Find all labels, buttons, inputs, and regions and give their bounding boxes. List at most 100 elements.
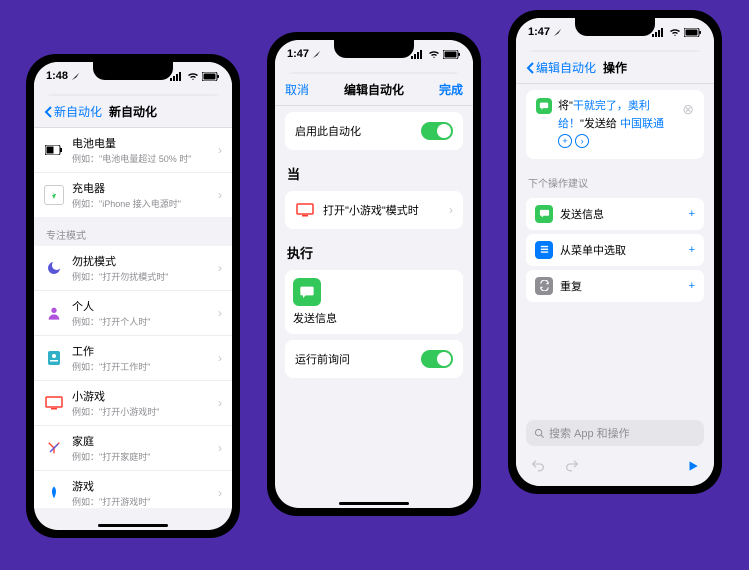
signal-icon (411, 50, 425, 59)
action-label: 发送信息 (293, 310, 337, 326)
battery-icon (684, 28, 702, 37)
suggestion-label: 发送信息 (560, 206, 682, 222)
bottom-toolbar (516, 452, 714, 486)
cell-battery[interactable]: 电池电量 例如："电池电量超过 50% 时" › (34, 128, 232, 173)
suggestion-repeat[interactable]: 重复 + (526, 270, 704, 302)
play-icon[interactable] (686, 459, 700, 473)
ask-group: 运行前询问 (285, 340, 463, 378)
summary-post: "发送给 (580, 118, 617, 130)
charger-icon (44, 185, 64, 205)
cancel-button[interactable]: 取消 (285, 81, 309, 98)
undo-icon[interactable] (530, 458, 546, 474)
cell-enable-automation[interactable]: 启用此自动化 (285, 112, 463, 150)
cell-title: 电池电量 (72, 135, 210, 151)
home-indicator[interactable] (339, 502, 409, 505)
toggle-enable[interactable] (421, 122, 453, 140)
add-recipient-icon[interactable]: + (558, 134, 572, 148)
wifi-icon (669, 28, 681, 37)
cancel-label: 取消 (285, 81, 309, 98)
chevron-left-icon (44, 106, 52, 118)
trigger-group-focus: 勿扰模式 例如："打开勿扰模式时" › 个人 例如："打开个人时" › (34, 246, 232, 508)
suggestions-header: 下个操作建议 (516, 165, 714, 194)
signal-icon (170, 72, 184, 81)
done-label: 完成 (439, 83, 463, 97)
cell-title: 工作 (72, 343, 210, 359)
plus-icon[interactable]: + (689, 280, 695, 292)
battery-icon (443, 50, 461, 59)
notch (93, 62, 173, 80)
suggestion-label: 从菜单中选取 (560, 242, 682, 258)
search-icon (534, 428, 545, 439)
summary-text: 将"干就完了，奥利给！"发送给 中国联通 + › (558, 98, 676, 151)
moon-icon (44, 258, 64, 278)
rocket-icon (44, 483, 64, 503)
badge-icon (44, 348, 64, 368)
chevron-left-icon (526, 62, 534, 74)
section-label-focus: 专注模式 (34, 217, 232, 246)
search-input[interactable]: 搜索 App 和操作 (526, 420, 704, 446)
notch (334, 40, 414, 58)
action-row[interactable]: 发送信息 (285, 270, 463, 334)
location-icon (312, 50, 321, 59)
cell-sub: 例如："打开工作时" (72, 360, 210, 373)
cell-gaming[interactable]: 游戏 例如："打开游戏时" › (34, 471, 232, 508)
summary-recipient[interactable]: 中国联通 (620, 118, 664, 130)
page-title: 编辑自动化 (344, 81, 404, 98)
redo-icon[interactable] (564, 458, 580, 474)
cell-sub: 例如："电池电量超过 50% 时" (72, 152, 210, 165)
cell-minigame[interactable]: 小游戏 例如："打开小游戏时" › (34, 381, 232, 426)
page-title: 操作 (603, 59, 627, 76)
status-time: 1:47 (528, 26, 550, 38)
cell-sub: 例如："打开个人时" (72, 315, 210, 328)
action-summary-card[interactable]: 将"干就完了，奥利给！"发送给 中国联通 + › ⊗ (526, 90, 704, 159)
toggle-ask[interactable] (421, 350, 453, 368)
plus-icon[interactable]: + (689, 208, 695, 220)
cell-title: 充电器 (72, 180, 210, 196)
done-button[interactable]: 完成 (439, 81, 463, 98)
suggestion-label: 重复 (560, 278, 682, 294)
cell-title: 个人 (72, 298, 210, 314)
tools-icon (44, 438, 64, 458)
chevron-right-icon: › (218, 188, 222, 202)
back-label: 编辑自动化 (536, 59, 596, 76)
cell-ask-before-run[interactable]: 运行前询问 (285, 340, 463, 378)
do-header: 执行 (275, 235, 473, 264)
nav-bar: 取消 编辑自动化 完成 (275, 74, 473, 106)
back-button[interactable]: 新自动化 (44, 103, 102, 120)
enable-group: 启用此自动化 (285, 112, 463, 150)
cell-work[interactable]: 工作 例如："打开工作时" › (34, 336, 232, 381)
ask-label: 运行前询问 (295, 351, 413, 367)
nav-bar: 编辑自动化 操作 (516, 52, 714, 84)
cell-home[interactable]: 家庭 例如："打开家庭时" › (34, 426, 232, 471)
search-placeholder: 搜索 App 和操作 (549, 425, 630, 441)
suggestion-choose-from-menu[interactable]: 从菜单中选取 + (526, 234, 704, 266)
back-button[interactable]: 编辑自动化 (526, 59, 596, 76)
page-title: 新自动化 (109, 103, 157, 120)
chevron-right-icon: › (218, 486, 222, 500)
phone-new-automation: 1:48 新自动化 新自动化 (26, 54, 240, 538)
cell-dnd[interactable]: 勿扰模式 例如："打开勿扰模式时" › (34, 246, 232, 291)
plus-icon[interactable]: + (689, 244, 695, 256)
cell-sub: 例如："打开勿扰模式时" (72, 270, 210, 283)
chevron-right-icon: › (449, 203, 453, 217)
cell-sub: 例如："打开家庭时" (72, 450, 210, 463)
cell-personal[interactable]: 个人 例如："打开个人时" › (34, 291, 232, 336)
display-icon (295, 200, 315, 220)
battery-icon (44, 140, 64, 160)
close-icon[interactable]: ⊗ (682, 98, 694, 120)
messages-icon (535, 205, 553, 223)
trigger-row[interactable]: 打开"小游戏"模式时 › (285, 191, 463, 229)
summary-pre: 将" (558, 100, 573, 112)
chevron-right-icon: › (218, 396, 222, 410)
cell-title: 游戏 (72, 478, 210, 494)
location-icon (71, 72, 80, 81)
status-time: 1:48 (46, 70, 68, 82)
cell-charger[interactable]: 充电器 例如："iPhone 接入电源时" › (34, 173, 232, 217)
wifi-icon (428, 50, 440, 59)
suggestion-send-message[interactable]: 发送信息 + (526, 198, 704, 230)
nav-bar: 新自动化 新自动化 (34, 96, 232, 128)
status-time: 1:47 (287, 48, 309, 60)
home-indicator[interactable] (98, 524, 168, 527)
messages-icon (536, 98, 552, 114)
expand-icon[interactable]: › (575, 134, 589, 148)
